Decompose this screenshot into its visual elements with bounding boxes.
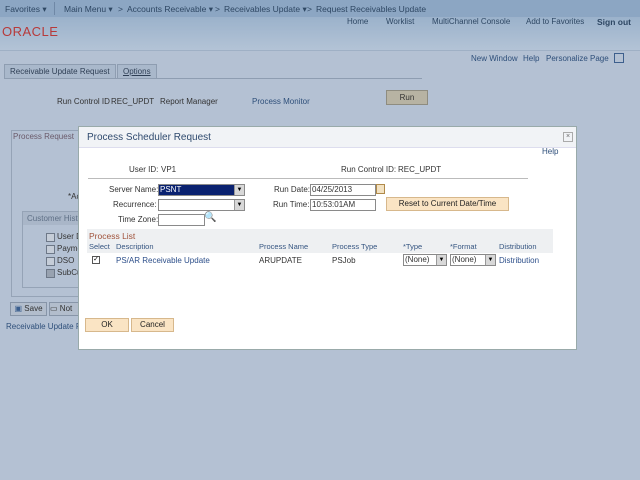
column-header-type: *Type	[403, 242, 423, 251]
checkbox-label: DSO	[57, 256, 75, 265]
dialog-title-bar[interactable]: Process Scheduler Request ×	[79, 127, 576, 148]
distribution-link[interactable]: Distribution	[499, 256, 539, 265]
column-header-process-name: Process Name	[259, 242, 309, 251]
server-name-value: PSNT	[160, 185, 182, 194]
divider	[88, 178, 528, 179]
divider	[4, 78, 422, 79]
add-to-favorites-link[interactable]: Add to Favorites	[526, 17, 584, 26]
save-button[interactable]: ▣ Save	[10, 302, 47, 316]
subcustomer-checkbox[interactable]	[46, 269, 55, 278]
column-header-select: Select	[89, 242, 110, 251]
user-id-value: VP1	[161, 165, 177, 174]
process-scheduler-dialog: Process Scheduler Request × Help User ID…	[78, 126, 577, 350]
server-name-select[interactable]: PSNT ▼	[158, 184, 245, 196]
breadcrumb-separator: >	[215, 4, 220, 14]
dialog-title: Process Scheduler Request	[87, 132, 211, 143]
dso-checkbox[interactable]	[46, 257, 55, 266]
divider	[0, 50, 640, 51]
payment-checkbox[interactable]	[46, 245, 55, 254]
server-name-label: Server Name:	[109, 185, 159, 194]
favorites-menu[interactable]: Favorites ▾	[5, 4, 47, 15]
customer-history-title: Customer Hist	[27, 214, 78, 223]
type-select[interactable]: (None) ▼	[403, 254, 447, 266]
new-window-link[interactable]: New Window	[471, 54, 518, 63]
user-checkbox[interactable]	[46, 233, 55, 242]
breadcrumb-receivables-update[interactable]: Receivables Update ▾	[224, 4, 307, 15]
chevron-down-icon: ▼	[436, 255, 446, 265]
save-label: Save	[24, 304, 43, 313]
process-request-title: Process Request	[13, 132, 74, 141]
format-select[interactable]: (None) ▼	[450, 254, 496, 266]
time-zone-input[interactable]	[158, 214, 205, 226]
notify-label: Not	[59, 304, 73, 313]
calendar-icon[interactable]	[376, 184, 385, 194]
time-zone-label: Time Zone:	[118, 215, 159, 224]
breadcrumb-label: Accounts Receivable	[127, 4, 207, 14]
run-control-id-value: REC_UPDT	[398, 165, 442, 174]
search-icon[interactable]: 🔍	[204, 212, 216, 223]
user-id-label: User ID:	[129, 165, 159, 174]
process-name: ARUPDATE	[259, 256, 302, 265]
oracle-logo: ORACLE	[2, 24, 59, 39]
breadcrumb-current: Request Receivables Update	[316, 4, 427, 14]
receivable-update-link[interactable]: Receivable Update R	[6, 322, 82, 331]
run-control-value: REC_UPDT	[111, 97, 155, 106]
breadcrumb-separator: >	[118, 4, 123, 14]
run-date-label: Run Date:	[274, 185, 311, 194]
run-date-input[interactable]: 04/25/2013	[310, 184, 376, 196]
save-icon: ▣	[14, 304, 23, 313]
recurrence-label: Recurrence:	[113, 200, 157, 209]
run-button[interactable]: Run	[386, 90, 428, 105]
worklist-link[interactable]: Worklist	[386, 17, 414, 26]
column-header-process-type: Process Type	[332, 242, 378, 251]
description-link[interactable]: PS/AR Receivable Update	[116, 256, 210, 265]
chevron-down-icon: ▼	[234, 185, 244, 195]
run-control-id-label: Run Control ID:	[341, 165, 397, 174]
process-list-header	[87, 229, 553, 253]
select-checkbox[interactable]: ✓	[92, 256, 100, 264]
grid-icon[interactable]	[614, 53, 624, 63]
ok-button[interactable]: OK	[85, 318, 129, 332]
tab-options[interactable]: Options	[117, 64, 157, 79]
process-request-group: Process Request *Ac Customer Hist User D…	[11, 130, 84, 297]
recurrence-select[interactable]: ▼	[158, 199, 245, 211]
favorites-label: Favorites	[5, 4, 40, 14]
column-header-description: Description	[116, 242, 154, 251]
process-list-title: Process List	[89, 231, 136, 241]
top-nav-bar: Favorites ▾ Main Menu ▾ > Accounts Recei…	[0, 0, 640, 18]
run-control-label: Run Control ID	[57, 97, 110, 106]
chevron-down-icon: ▼	[234, 200, 244, 210]
header: ORACLE Home Worklist MultiChannel Consol…	[0, 17, 640, 50]
multichannel-console-link[interactable]: MultiChannel Console	[432, 17, 510, 26]
breadcrumb-accounts-receivable[interactable]: Accounts Receivable ▾	[127, 4, 213, 15]
main-menu[interactable]: Main Menu ▾	[64, 4, 113, 15]
close-icon[interactable]: ×	[563, 132, 573, 142]
process-monitor-link[interactable]: Process Monitor	[252, 97, 310, 106]
table-row: ✓ PS/AR Receivable Update ARUPDATE PSJob…	[87, 254, 553, 268]
customer-history-group: Customer Hist User D Payme DSO SubCu	[22, 211, 84, 288]
run-time-label: Run Time:	[273, 200, 310, 209]
report-manager-link[interactable]: Report Manager	[160, 97, 218, 106]
column-header-distribution: Distribution	[499, 242, 537, 251]
notify-icon: ▭	[50, 304, 58, 313]
breadcrumb-label: Receivables Update	[224, 4, 301, 14]
dialog-help-link[interactable]: Help	[542, 147, 558, 156]
reset-date-time-button[interactable]: Reset to Current Date/Time	[386, 197, 509, 211]
chevron-down-icon: ▼	[485, 255, 495, 265]
type-value: (None)	[405, 255, 430, 264]
sign-out-link[interactable]: Sign out	[597, 17, 631, 27]
divider	[54, 2, 55, 15]
personalize-page-link[interactable]: Personalize Page	[546, 54, 609, 63]
cancel-button[interactable]: Cancel	[131, 318, 174, 332]
breadcrumb-separator: >	[307, 4, 312, 14]
help-link[interactable]: Help	[523, 54, 539, 63]
process-type: PSJob	[332, 256, 356, 265]
main-menu-label: Main Menu	[64, 4, 107, 14]
format-value: (None)	[452, 255, 477, 264]
column-header-format: *Format	[450, 242, 477, 251]
run-time-input[interactable]: 10:53:01AM	[310, 199, 376, 211]
tab-receivable-update-request[interactable]: Receivable Update Request	[4, 64, 116, 79]
home-link[interactable]: Home	[347, 17, 368, 26]
